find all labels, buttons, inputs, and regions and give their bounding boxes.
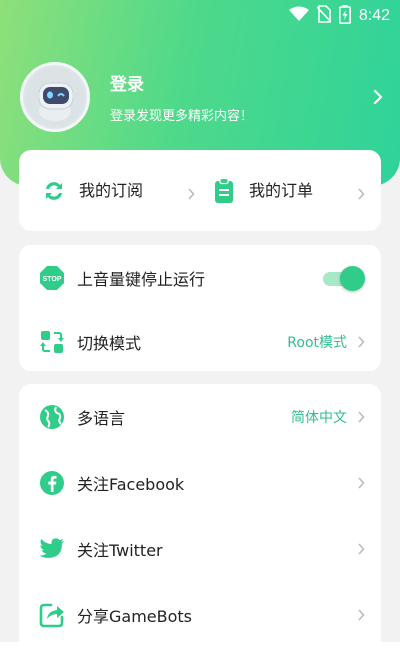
chevron-right-icon [357, 408, 365, 427]
switch-mode-row[interactable]: 切换模式 Root模式 [19, 309, 381, 375]
share-label: 分享GameBots [77, 607, 193, 626]
chevron-right-icon [187, 185, 195, 204]
language-value: 简体中文 [291, 410, 347, 426]
switch-icon [39, 329, 65, 355]
twitter-label: 关注Twitter [77, 541, 163, 560]
switch-mode-label: 切换模式 [77, 334, 142, 353]
facebook-label: 关注Facebook [77, 475, 185, 494]
twitter-icon [39, 536, 65, 562]
chevron-right-icon[interactable] [370, 89, 386, 105]
my-subscription-label: 我的订阅 [79, 181, 144, 200]
login-title[interactable]: 登录 [110, 70, 370, 95]
language-label: 多语言 [77, 409, 126, 428]
login-subtitle: 登录发现更多精彩内容！ [110, 109, 254, 124]
facebook-row[interactable]: 关注Facebook [19, 450, 381, 516]
my-orders-label: 我的订单 [249, 181, 314, 200]
my-orders-button[interactable]: 我的订单 [211, 150, 381, 231]
battery-icon [338, 4, 351, 28]
chevron-right-icon [357, 606, 365, 625]
my-subscription-button[interactable]: 我的订阅 [19, 150, 211, 231]
home-tab-icon[interactable] [90, 654, 106, 661]
facebook-icon [39, 470, 65, 496]
quick-links-card: 我的订阅 我的订单 [19, 150, 381, 231]
refresh-icon [41, 178, 67, 204]
toggle-knob [340, 266, 365, 291]
avatar[interactable] [20, 62, 90, 132]
share-row[interactable]: 分享GameBots [19, 582, 381, 648]
globe-icon [39, 404, 65, 430]
status-bar: 8:42 [0, 0, 400, 32]
volume-stop-toggle[interactable] [321, 266, 365, 291]
chevron-right-icon [357, 474, 365, 493]
stop-icon: STOP [39, 265, 65, 291]
language-row[interactable]: 多语言 简体中文 [19, 384, 381, 450]
more-card: 多语言 简体中文 关注Facebook 关注Twitter 分享GameBots [19, 384, 381, 661]
clipboard-icon [211, 177, 237, 204]
chevron-right-icon [357, 540, 365, 559]
settings-card: STOP 上音量键停止运行 切换模式 Root模式 [19, 245, 381, 371]
volume-stop-label: 上音量键停止运行 [77, 270, 206, 289]
bottom-navigation-bar [0, 642, 400, 661]
chevron-right-icon [357, 185, 365, 204]
volume-stop-row[interactable]: STOP 上音量键停止运行 [19, 245, 381, 311]
chevron-right-icon [357, 333, 365, 352]
switch-mode-value: Root模式 [287, 335, 347, 351]
svg-text:STOP: STOP [43, 276, 62, 283]
profile-login-row[interactable]: 登录 登录发现更多精彩内容！ [20, 62, 386, 132]
share-icon [39, 602, 65, 628]
wifi-icon [288, 6, 309, 26]
no-sim-icon [316, 5, 332, 27]
robot-icon [25, 67, 85, 127]
twitter-row[interactable]: 关注Twitter [19, 516, 381, 582]
profile-tab-icon[interactable] [290, 654, 312, 661]
status-time: 8:42 [358, 7, 390, 24]
